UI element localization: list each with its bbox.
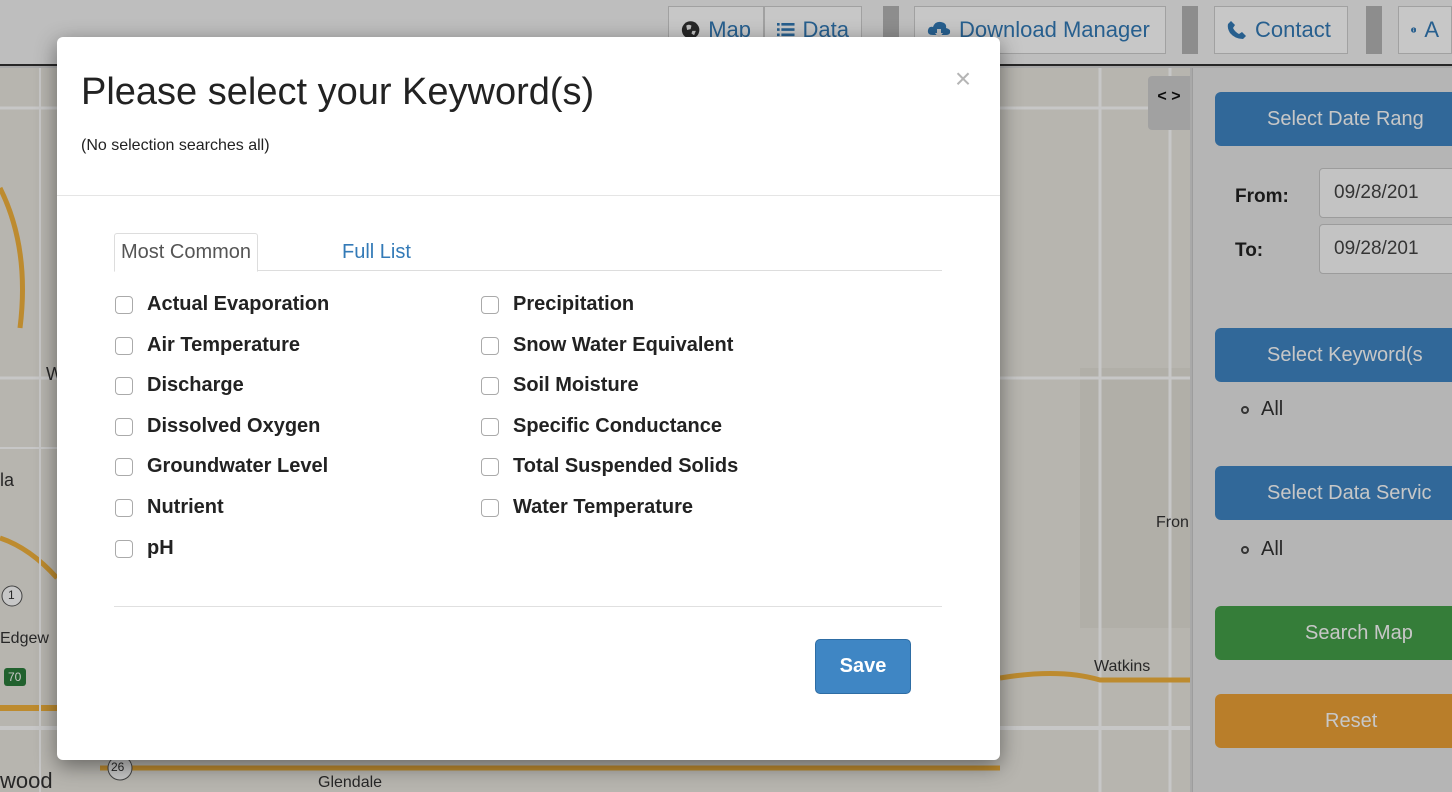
keyword-label: Specific Conductance	[513, 415, 722, 437]
keyword-label: Nutrient	[147, 496, 224, 518]
close-icon[interactable]: ×	[953, 65, 973, 93]
modal-header-divider	[57, 195, 1000, 196]
keyword-option[interactable]: Water Temperature	[481, 496, 693, 519]
keyword-checkbox[interactable]	[481, 498, 499, 517]
keyword-option[interactable]: Soil Moisture	[481, 374, 639, 397]
keyword-checkbox[interactable]	[115, 539, 133, 558]
keyword-checkbox[interactable]	[115, 417, 133, 436]
keyword-option[interactable]: Snow Water Equivalent	[481, 334, 733, 357]
modal-footer-divider	[114, 606, 942, 607]
keyword-option[interactable]: Nutrient	[115, 496, 224, 519]
tab-full-list[interactable]: Full List	[336, 233, 417, 271]
keyword-checkbox[interactable]	[481, 457, 499, 476]
keyword-label: Precipitation	[513, 293, 635, 315]
keyword-option[interactable]: Actual Evaporation	[115, 293, 329, 316]
keyword-label: Discharge	[147, 374, 244, 396]
keyword-option[interactable]: Air Temperature	[115, 334, 300, 357]
keyword-option[interactable]: Specific Conductance	[481, 415, 722, 438]
keyword-label: Actual Evaporation	[147, 293, 330, 315]
keyword-checkbox[interactable]	[115, 376, 133, 395]
keyword-label: Dissolved Oxygen	[147, 415, 321, 437]
tab-most-common[interactable]: Most Common	[114, 233, 259, 272]
keyword-checkbox[interactable]	[481, 417, 499, 436]
keyword-label: Total Suspended Solids	[513, 455, 739, 477]
keyword-select-modal: Please select your Keyword(s) (No select…	[57, 37, 1000, 760]
keyword-option[interactable]: Precipitation	[481, 293, 634, 316]
keyword-checkbox[interactable]	[115, 295, 133, 314]
keyword-tabs: Most Common Full List	[114, 233, 942, 272]
keyword-option[interactable]: Total Suspended Solids	[481, 455, 738, 478]
keyword-checkbox[interactable]	[115, 457, 133, 476]
keyword-checkbox[interactable]	[115, 336, 133, 355]
save-button[interactable]: Save	[815, 639, 911, 694]
keyword-label: Snow Water Equivalent	[513, 334, 734, 356]
keyword-option[interactable]: Dissolved Oxygen	[115, 415, 320, 438]
keyword-checkbox[interactable]	[115, 498, 133, 517]
modal-subtitle: (No selection searches all)	[81, 137, 270, 154]
modal-title: Please select your Keyword(s)	[81, 71, 595, 113]
keyword-checkbox[interactable]	[481, 376, 499, 395]
app-root: Map Data Download Manager Contact A W la…	[0, 0, 1452, 792]
keyword-option[interactable]: Groundwater Level	[115, 455, 328, 478]
keyword-checkbox[interactable]	[481, 295, 499, 314]
keyword-label: Soil Moisture	[513, 374, 639, 396]
keyword-option[interactable]: Discharge	[115, 374, 244, 397]
keyword-option[interactable]: pH	[115, 537, 174, 560]
keyword-label: Water Temperature	[513, 496, 694, 518]
keyword-label: Groundwater Level	[147, 455, 329, 477]
keyword-label: Air Temperature	[147, 334, 301, 356]
keyword-checkbox[interactable]	[481, 336, 499, 355]
keyword-label: pH	[147, 537, 174, 559]
